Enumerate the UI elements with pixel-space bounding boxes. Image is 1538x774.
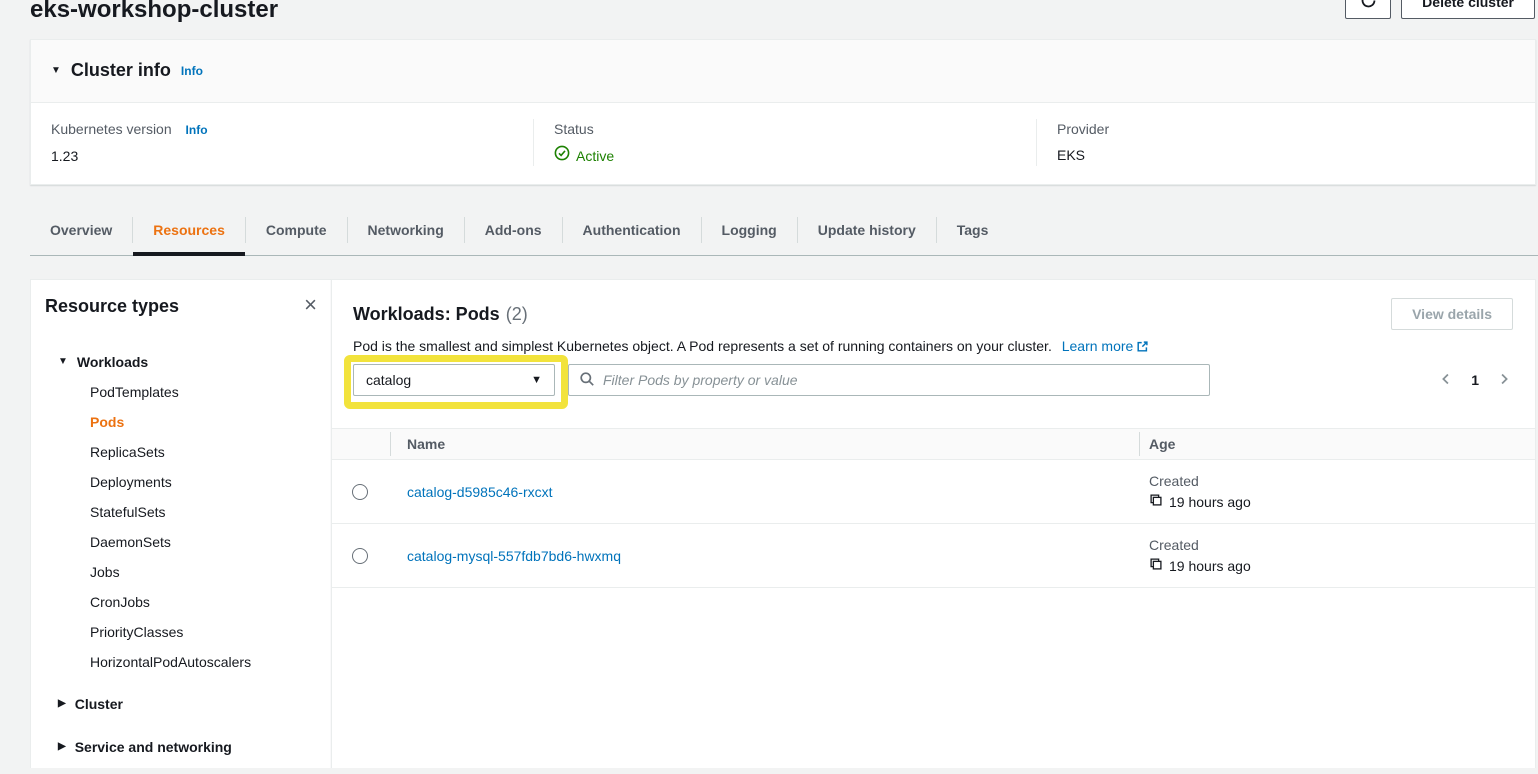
highlight-annotation: catalog ▼ — [344, 355, 568, 409]
pods-panel: Workloads: Pods (2) View details Pod is … — [331, 279, 1536, 768]
provider-label: Provider — [1057, 119, 1535, 139]
delete-cluster-label: Delete cluster — [1422, 0, 1514, 10]
cluster-info-title: Cluster info — [71, 60, 171, 81]
pods-search — [568, 364, 1210, 396]
pods-description: Pod is the smallest and simplest Kuberne… — [353, 338, 1052, 354]
cluster-info-body: Kubernetes version Info 1.23 Status Acti… — [31, 103, 1535, 184]
view-details-label: View details — [1412, 306, 1492, 322]
sidebar-item-replicasets[interactable]: ReplicaSets — [90, 437, 317, 467]
tab-logging[interactable]: Logging — [702, 205, 797, 255]
kubernetes-version-field: Kubernetes version Info 1.23 — [31, 119, 533, 166]
sidebar-item-horizontalpodautoscalers[interactable]: HorizontalPodAutoscalers — [90, 647, 317, 677]
cluster-info-panel: ▼ Cluster info Info Kubernetes version I… — [30, 39, 1536, 185]
name-column-header: Name — [390, 436, 1139, 452]
pagination: 1 — [1437, 364, 1513, 396]
pods-count: (2) — [506, 304, 528, 325]
age-column-header: Age — [1139, 436, 1535, 452]
tab-add-ons[interactable]: Add-ons — [465, 205, 562, 255]
expand-triangle-icon: ▶ — [58, 689, 66, 719]
table-row: catalog-d5985c46-rxcxt Created 19 hours … — [332, 460, 1535, 524]
chevron-down-icon: ▼ — [531, 374, 542, 386]
table-row: catalog-mysql-557fdb7bd6-hwxmq Created 1… — [332, 524, 1535, 588]
cluster-info-info-link[interactable]: Info — [181, 64, 203, 78]
view-details-button[interactable]: View details — [1391, 298, 1513, 330]
sidebar-item-pods[interactable]: Pods — [90, 407, 317, 437]
status-label: Status — [554, 119, 1036, 139]
kubernetes-version-label: Kubernetes version — [51, 121, 172, 137]
status-value: Active — [576, 146, 614, 166]
service-networking-section-label: Service and networking — [75, 732, 232, 762]
filter-row: catalog ▼ 1 — [353, 364, 1513, 409]
collapse-triangle-icon: ▼ — [58, 347, 68, 377]
resource-types-title: Resource types — [45, 294, 179, 318]
resources-content: Resource types × ▼ Workloads PodTemplate… — [30, 279, 1536, 768]
sidebar-item-priorityclasses[interactable]: PriorityClasses — [90, 617, 317, 647]
provider-value: EKS — [1057, 145, 1535, 165]
search-icon — [579, 371, 595, 390]
sidebar-item-jobs[interactable]: Jobs — [90, 557, 317, 587]
expand-triangle-icon: ▶ — [58, 732, 66, 762]
copy-icon — [1149, 557, 1163, 574]
chevron-right-icon — [1497, 372, 1511, 389]
cluster-info-header[interactable]: ▼ Cluster info Info — [31, 40, 1535, 103]
refresh-icon — [1360, 0, 1377, 12]
chevron-left-icon — [1439, 372, 1453, 389]
tab-authentication[interactable]: Authentication — [563, 205, 701, 255]
row-radio-button[interactable] — [352, 484, 368, 500]
page-header: eks-workshop-cluster Delete cluster — [0, 0, 1538, 39]
sidebar-item-statefulsets[interactable]: StatefulSets — [90, 497, 317, 527]
learn-more-label: Learn more — [1062, 338, 1134, 354]
sidebar-item-cronjobs[interactable]: CronJobs — [90, 587, 317, 617]
kubernetes-version-value: 1.23 — [51, 146, 533, 166]
sidebar-item-deployments[interactable]: Deployments — [90, 467, 317, 497]
age-value: 19 hours ago — [1169, 558, 1251, 574]
tab-overview[interactable]: Overview — [30, 205, 132, 255]
next-page-button[interactable] — [1495, 370, 1513, 391]
age-value: 19 hours ago — [1169, 494, 1251, 510]
tab-tags[interactable]: Tags — [937, 205, 1009, 255]
row-radio-button[interactable] — [352, 548, 368, 564]
tab-resources[interactable]: Resources — [133, 205, 245, 255]
previous-page-button[interactable] — [1437, 370, 1455, 391]
page-title: eks-workshop-cluster — [30, 0, 1538, 26]
resource-types-sidebar: Resource types × ▼ Workloads PodTemplate… — [30, 279, 332, 768]
pods-table: Name Age catalog-d5985c46-rxcxt Created … — [332, 428, 1535, 588]
filter-dropdown-value: catalog — [366, 372, 411, 388]
cluster-tabs: Overview Resources Compute Networking Ad… — [30, 205, 1538, 256]
header-actions: Delete cluster — [1345, 0, 1535, 19]
search-input[interactable] — [603, 372, 1199, 388]
tab-update-history[interactable]: Update history — [798, 205, 936, 255]
pods-heading: Workloads: Pods — [353, 302, 500, 326]
workloads-item-list: PodTemplates Pods ReplicaSets Deployment… — [45, 377, 317, 677]
collapse-triangle-icon: ▼ — [51, 65, 61, 76]
tab-networking[interactable]: Networking — [348, 205, 464, 255]
sidebar-section-cluster[interactable]: ▶ Cluster — [45, 689, 317, 719]
pod-name-link[interactable]: catalog-d5985c46-rxcxt — [407, 484, 553, 500]
age-created-label: Created — [1149, 473, 1535, 489]
learn-more-link[interactable]: Learn more — [1062, 338, 1150, 354]
sidebar-item-podtemplates[interactable]: PodTemplates — [90, 377, 317, 407]
status-field: Status Active — [533, 119, 1036, 166]
check-circle-icon — [554, 145, 570, 166]
cluster-section-label: Cluster — [75, 689, 123, 719]
copy-icon — [1149, 493, 1163, 510]
refresh-button[interactable] — [1345, 0, 1391, 19]
workloads-section-label: Workloads — [77, 347, 148, 377]
external-link-icon — [1136, 340, 1149, 356]
kubernetes-version-info-link[interactable]: Info — [186, 123, 208, 137]
tab-compute[interactable]: Compute — [246, 205, 347, 255]
filter-dropdown[interactable]: catalog ▼ — [353, 364, 555, 396]
pod-name-link[interactable]: catalog-mysql-557fdb7bd6-hwxmq — [407, 548, 621, 564]
age-created-label: Created — [1149, 537, 1535, 553]
provider-field: Provider EKS — [1036, 119, 1535, 166]
delete-cluster-button[interactable]: Delete cluster — [1401, 0, 1535, 19]
close-icon[interactable]: × — [304, 294, 317, 316]
table-header-row: Name Age — [332, 428, 1535, 460]
sidebar-section-workloads[interactable]: ▼ Workloads — [45, 347, 317, 377]
sidebar-item-daemonsets[interactable]: DaemonSets — [90, 527, 317, 557]
current-page-number[interactable]: 1 — [1471, 372, 1479, 388]
sidebar-section-service-and-networking[interactable]: ▶ Service and networking — [45, 732, 317, 762]
